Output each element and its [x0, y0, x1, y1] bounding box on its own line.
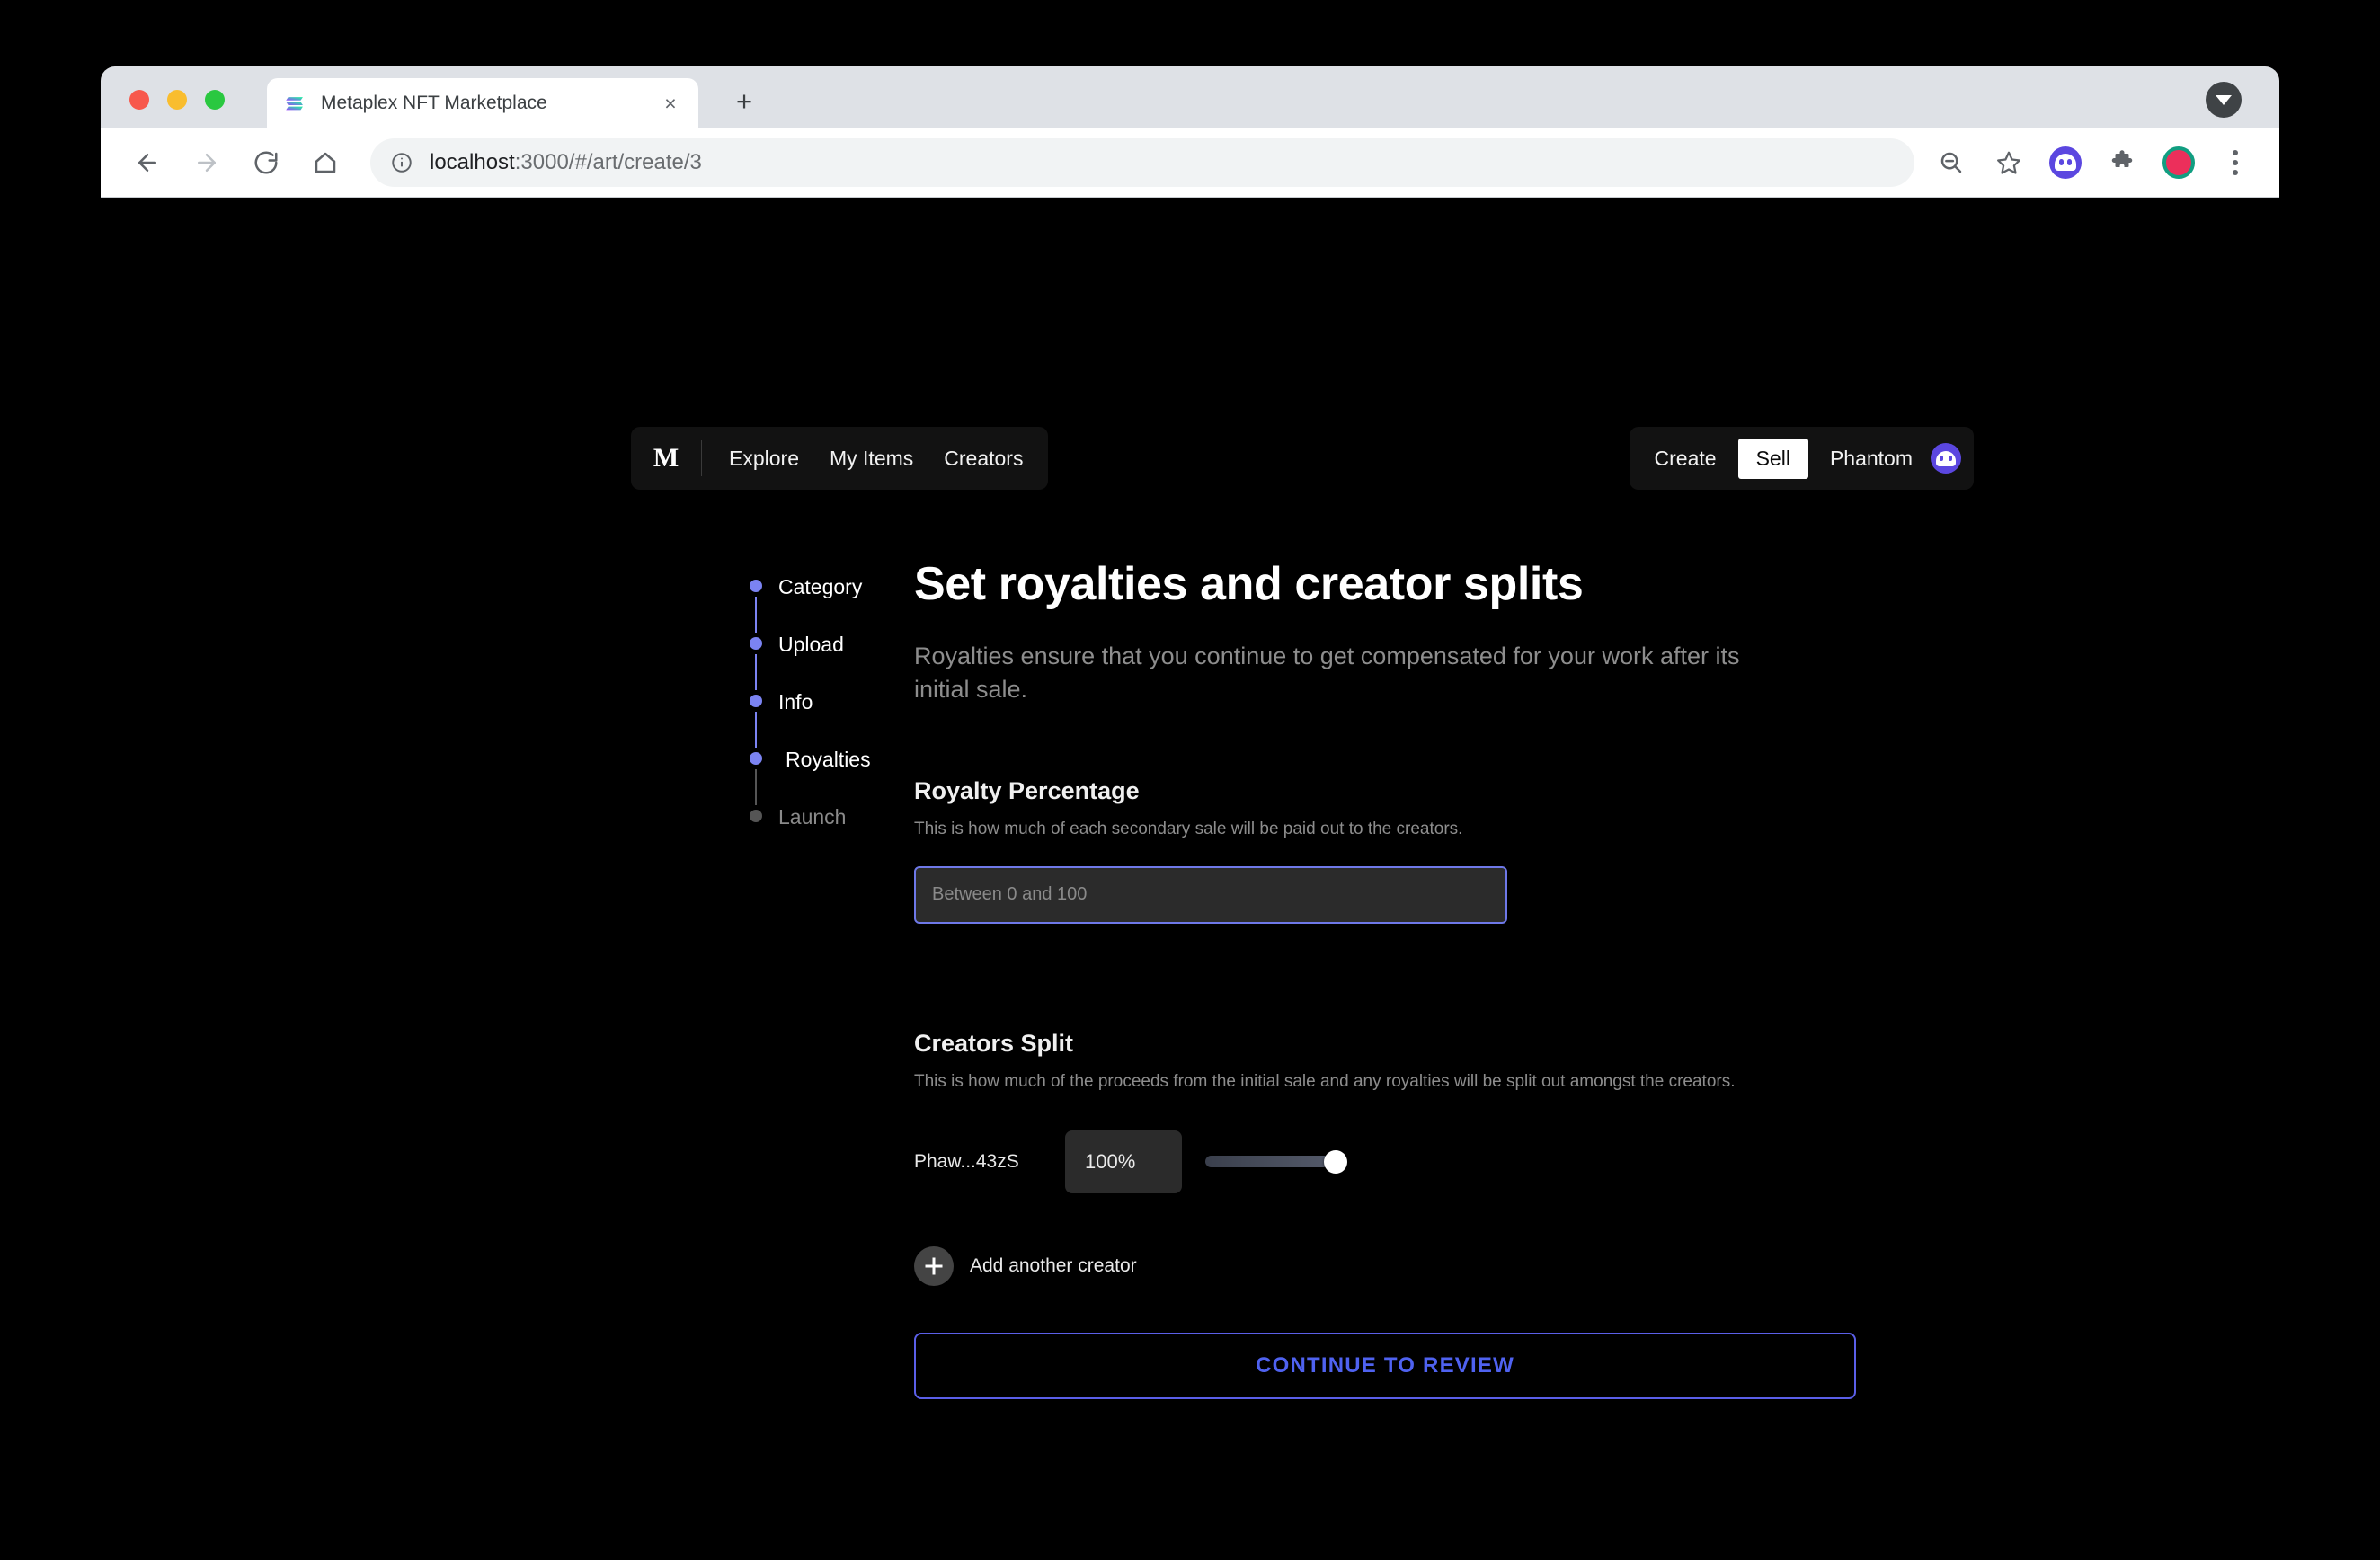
nav-divider: [701, 440, 702, 476]
slider-track: [1205, 1156, 1338, 1167]
continue-to-review-button[interactable]: CONTINUE TO REVIEW: [914, 1332, 1856, 1399]
star-icon[interactable]: [1992, 146, 2026, 180]
step-dot: [750, 810, 762, 822]
creator-address-label: Phaw...43zS: [914, 1150, 1019, 1172]
stepper-item-upload[interactable]: Upload: [750, 633, 902, 690]
browser-tabstrip: Metaplex NFT Marketplace × +: [101, 66, 2279, 128]
creator-percent-field[interactable]: 100%: [1065, 1130, 1182, 1193]
browser-window: Metaplex NFT Marketplace × + localhost:3…: [101, 66, 2279, 1423]
nav-link-my-items[interactable]: My Items: [830, 447, 913, 471]
nav-action-create[interactable]: Create: [1642, 447, 1729, 471]
window-controls: [129, 90, 225, 110]
step-connector: [755, 769, 757, 805]
creators-split-heading: Creators Split: [914, 1029, 1074, 1057]
url-path: :3000/#/art/create/3: [514, 149, 702, 174]
add-creator-label: Add another creator: [970, 1254, 1137, 1276]
new-tab-button[interactable]: +: [730, 87, 759, 117]
ghost-glyph: [2055, 154, 2076, 171]
step-dot: [750, 580, 762, 592]
url-text: localhost:3000/#/art/create/3: [430, 150, 702, 175]
step-dot: [750, 637, 762, 650]
step-connector: [755, 597, 757, 633]
url-host: localhost: [430, 149, 515, 174]
tab-title: Metaplex NFT Marketplace: [321, 92, 547, 113]
three-dot-menu-icon[interactable]: [2218, 146, 2252, 180]
ghost-glyph: [1936, 450, 1956, 466]
plus-icon[interactable]: [914, 1245, 954, 1286]
royalty-percentage-description: This is how much of each secondary sale …: [914, 819, 1463, 838]
stepper-label: Info: [778, 690, 813, 714]
reload-icon[interactable]: [244, 141, 288, 184]
royalty-percentage-heading: Royalty Percentage: [914, 776, 1140, 804]
watermelon-avatar-icon[interactable]: [2162, 146, 2195, 179]
creators-split-description: This is how much of the proceeds from th…: [914, 1071, 1736, 1091]
minimize-window-button[interactable]: [167, 90, 187, 110]
nav-link-explore[interactable]: Explore: [729, 447, 799, 471]
home-icon[interactable]: [304, 141, 347, 184]
step-dot: [750, 752, 762, 765]
step-connector: [755, 654, 757, 690]
royalties-form: Set royalties and creator splits Royalti…: [914, 557, 1858, 1423]
page-subtitle: Royalties ensure that you continue to ge…: [914, 643, 1740, 704]
wallet-avatar[interactable]: [1931, 443, 1961, 474]
page-title: Set royalties and creator splits: [914, 558, 1584, 610]
nav-action-sell[interactable]: Sell: [1737, 438, 1808, 479]
browser-tab[interactable]: Metaplex NFT Marketplace ×: [267, 78, 698, 128]
stepper-label: Upload: [778, 633, 844, 656]
stepper-label: Category: [778, 575, 863, 598]
step-connector: [755, 712, 757, 748]
phantom-ghost-icon[interactable]: [2049, 146, 2082, 179]
close-tab-button[interactable]: ×: [659, 92, 682, 115]
solana-logo-icon: [286, 96, 303, 110]
nav-action-phantom[interactable]: Phantom: [1817, 447, 1925, 471]
chevron-down-circle-icon[interactable]: [2206, 82, 2242, 118]
stepper-item-category[interactable]: Category: [750, 575, 902, 633]
stepper-label: Royalties: [786, 748, 871, 771]
brand-logo[interactable]: M: [631, 443, 701, 474]
slider-thumb[interactable]: [1324, 1149, 1347, 1174]
royalty-percentage-input[interactable]: [914, 865, 1507, 924]
browser-toolbar: localhost:3000/#/art/create/3: [101, 128, 2279, 198]
creator-share-slider[interactable]: [1205, 1149, 1347, 1174]
create-stepper: Category Upload Info Royalties Launch: [750, 575, 902, 863]
chevron-down-glyph: [2216, 94, 2232, 105]
stepper-label: Launch: [778, 805, 847, 829]
puzzle-piece-icon[interactable]: [2105, 146, 2139, 180]
app-nav-left: M Explore My Items Creators: [631, 427, 1049, 490]
zoom-out-icon[interactable]: [1934, 146, 1968, 180]
add-creator-button[interactable]: Add another creator: [914, 1245, 1858, 1286]
creator-row: Phaw...43zS 100%: [914, 1130, 1858, 1194]
toolbar-icons: [1934, 146, 2279, 180]
step-dot: [750, 695, 762, 707]
info-circle-icon[interactable]: [390, 151, 413, 174]
stepper-item-info[interactable]: Info: [750, 690, 902, 748]
stepper-item-royalties[interactable]: Royalties: [750, 748, 902, 805]
address-bar[interactable]: localhost:3000/#/art/create/3: [370, 137, 1914, 187]
forward-arrow-icon[interactable]: [185, 141, 228, 184]
app-nav-right: Create Sell Phantom: [1629, 427, 1974, 490]
app-page: M Explore My Items Creators Create Sell …: [101, 198, 2279, 1423]
stepper-item-launch[interactable]: Launch: [750, 805, 902, 863]
maximize-window-button[interactable]: [205, 90, 225, 110]
back-arrow-icon[interactable]: [126, 141, 169, 184]
close-window-button[interactable]: [129, 90, 149, 110]
nav-link-creators[interactable]: Creators: [944, 447, 1023, 471]
